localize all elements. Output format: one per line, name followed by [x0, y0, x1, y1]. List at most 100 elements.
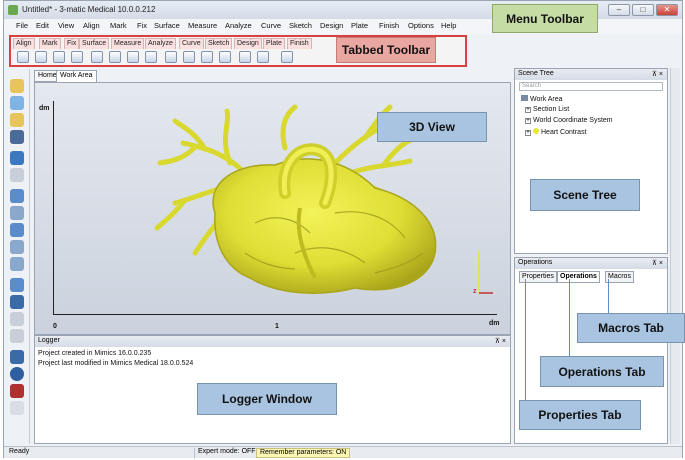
tab-align[interactable]: Align	[13, 38, 35, 49]
status-expert-mode[interactable]: Expert mode: OFF	[194, 448, 259, 458]
save-icon[interactable]	[10, 130, 24, 144]
sketch-icon[interactable]	[201, 51, 213, 63]
menu-options[interactable]: Options	[408, 21, 434, 30]
render-mode-icon[interactable]	[10, 384, 24, 398]
tab-surface[interactable]: Surface	[79, 38, 110, 49]
tick-zero: 0	[53, 323, 57, 330]
menu-edit[interactable]: Edit	[36, 21, 49, 30]
align-icon[interactable]	[17, 51, 29, 63]
menu-surface[interactable]: Surface	[154, 21, 180, 30]
app-icon	[8, 5, 18, 15]
menu-view[interactable]: View	[58, 21, 74, 30]
tab-curve[interactable]: Curve	[179, 38, 204, 49]
measure-angle-icon[interactable]	[145, 51, 157, 63]
measure-icon[interactable]	[10, 329, 24, 343]
menu-sketch[interactable]: Sketch	[289, 21, 312, 30]
sphere-icon[interactable]	[10, 367, 24, 381]
view-cube-icon[interactable]	[10, 189, 24, 203]
operations-pin-close-icon[interactable]: ⊼ ×	[652, 259, 663, 267]
menu-design[interactable]: Design	[320, 21, 343, 30]
expand-icon[interactable]: +	[525, 107, 531, 113]
transparency-icon[interactable]	[10, 295, 24, 309]
tree-root-work-area[interactable]: Work Area	[521, 95, 563, 103]
left-toolbar	[4, 69, 30, 444]
zoom-fit-icon[interactable]	[10, 257, 24, 271]
menu-align[interactable]: Align	[83, 21, 100, 30]
plate-icon[interactable]	[239, 51, 251, 63]
import-icon[interactable]	[10, 113, 24, 127]
tab-fix[interactable]: Fix	[64, 38, 80, 49]
horizontal-axis-unit: dm	[489, 320, 500, 327]
horizontal-ruler	[53, 314, 497, 315]
menu-plate[interactable]: Plate	[351, 21, 368, 30]
callout-operations-tab: Operations Tab	[540, 356, 664, 387]
maximize-button[interactable]: □	[632, 4, 654, 16]
scene-tree-header: Scene Tree ⊼ ×	[515, 69, 667, 80]
tab-mark[interactable]: Mark	[39, 38, 61, 49]
clip-icon[interactable]	[10, 312, 24, 326]
logger-line: Project last modified in Mimics Medical …	[38, 360, 194, 367]
tab-work-area[interactable]: Work Area	[56, 70, 97, 82]
tab-sketch[interactable]: Sketch	[205, 38, 233, 49]
menu-finish[interactable]: Finish	[379, 21, 399, 30]
finish-icon[interactable]	[257, 51, 269, 63]
gear-icon[interactable]	[281, 51, 293, 63]
scene-tree-pin-close-icon[interactable]: ⊼ ×	[652, 70, 663, 78]
axis-icon[interactable]	[10, 401, 24, 415]
new-file-icon[interactable]	[10, 96, 24, 110]
undo-icon[interactable]	[10, 151, 24, 165]
open-folder-icon[interactable]	[10, 79, 24, 93]
curve-icon[interactable]	[183, 51, 195, 63]
window-title: Untitled* - 3-matic Medical 10.0.0.212	[22, 5, 156, 14]
menu-file[interactable]: File	[16, 21, 28, 30]
operations-header: Operations ⊼ ×	[515, 258, 667, 269]
work-area-icon	[521, 95, 528, 101]
menu-mark[interactable]: Mark	[110, 21, 127, 30]
callout-macros-tab: Macros Tab	[577, 313, 685, 343]
status-bar: Ready Expert mode: OFF Remember paramete…	[4, 446, 682, 458]
menu-analyze[interactable]: Analyze	[225, 21, 252, 30]
app-window: Untitled* - 3-matic Medical 10.0.0.212 –…	[3, 0, 685, 458]
n-point-registration-icon[interactable]	[35, 51, 47, 63]
tab-finish[interactable]: Finish	[287, 38, 312, 49]
menu-help[interactable]: Help	[441, 21, 456, 30]
operations-pointer-line	[569, 279, 570, 357]
tab-macros[interactable]: Macros	[605, 271, 634, 283]
tree-item-section-list[interactable]: + Section List	[525, 106, 569, 113]
rotate-icon[interactable]	[10, 223, 24, 237]
tab-plate[interactable]: Plate	[263, 38, 285, 49]
expand-icon[interactable]: +	[525, 130, 531, 136]
logger-pin-close-icon[interactable]: ⊼ ×	[495, 337, 506, 345]
tab-analyze[interactable]: Analyze	[145, 38, 176, 49]
global-registration-icon[interactable]	[53, 51, 65, 63]
smooth-icon[interactable]	[91, 51, 103, 63]
scene-search-input[interactable]: Search	[519, 82, 663, 91]
menu-fix[interactable]: Fix	[137, 21, 147, 30]
pan-icon[interactable]	[10, 206, 24, 220]
redo-icon[interactable]	[10, 168, 24, 182]
wrap-icon[interactable]	[109, 51, 121, 63]
vertical-ruler	[53, 101, 54, 314]
status-remember-parameters[interactable]: Remember parameters: ON	[256, 448, 351, 458]
status-ready: Ready	[9, 448, 30, 455]
menu-curve[interactable]: Curve	[261, 21, 281, 30]
tab-measure[interactable]: Measure	[111, 38, 145, 49]
callout-properties-tab: Properties Tab	[519, 400, 641, 430]
expand-icon[interactable]: +	[525, 118, 531, 124]
callout-3d-view: 3D View	[377, 112, 487, 142]
select-icon[interactable]	[10, 350, 24, 364]
cut-icon[interactable]	[219, 51, 231, 63]
menu-measure[interactable]: Measure	[188, 21, 217, 30]
zoom-icon[interactable]	[10, 240, 24, 254]
tree-item-heart-contrast[interactable]: + Heart Contrast	[525, 128, 587, 136]
analyze-icon[interactable]	[165, 51, 177, 63]
measure-distance-icon[interactable]	[127, 51, 139, 63]
close-button[interactable]: ✕	[656, 4, 678, 16]
tab-design[interactable]: Design	[234, 38, 262, 49]
tab-operations[interactable]: Operations	[557, 271, 600, 283]
tree-item-wcs[interactable]: + World Coordinate System	[525, 117, 613, 124]
right-scrollbar[interactable]	[670, 68, 680, 444]
fix-wizard-icon[interactable]	[71, 51, 83, 63]
section-icon[interactable]	[10, 278, 24, 292]
minimize-button[interactable]: –	[608, 4, 630, 16]
